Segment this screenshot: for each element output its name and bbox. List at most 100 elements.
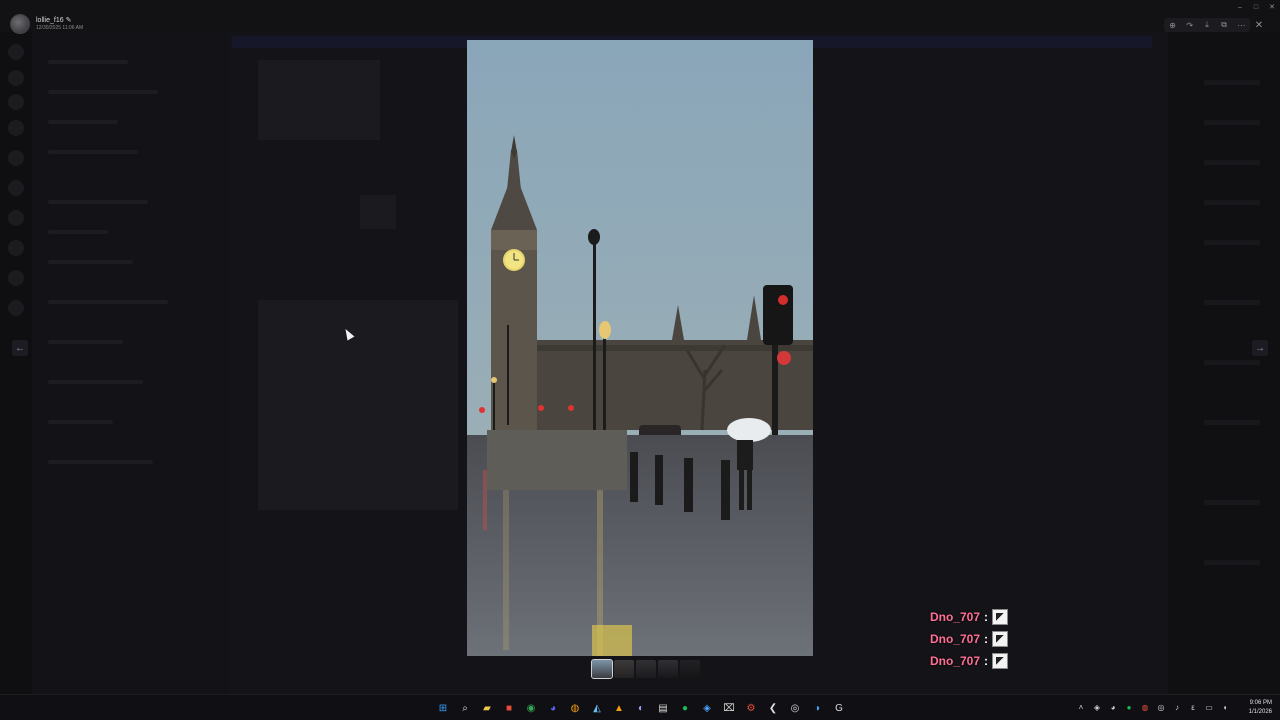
server-icon bbox=[8, 150, 24, 166]
zoom-icon[interactable]: ⊕ bbox=[1168, 20, 1178, 30]
more-icon[interactable]: ⋯ bbox=[1236, 20, 1246, 30]
channel-item bbox=[48, 120, 118, 124]
reflection bbox=[592, 625, 632, 656]
reflection bbox=[483, 470, 487, 530]
app-icon[interactable]: ◑ bbox=[808, 699, 826, 717]
thumbnail[interactable] bbox=[680, 660, 700, 678]
server-icon bbox=[8, 44, 24, 60]
tray-app-icon[interactable]: ◕ bbox=[1108, 701, 1118, 713]
chrome-icon[interactable]: ◉ bbox=[522, 699, 540, 717]
forward-icon[interactable]: ↷ bbox=[1185, 20, 1195, 30]
tray-app-icon[interactable]: ◎ bbox=[1156, 701, 1166, 713]
viewed-photo[interactable] bbox=[467, 40, 813, 656]
app-icon[interactable]: ⌧ bbox=[720, 699, 738, 717]
server-icon bbox=[8, 120, 24, 136]
server-icon bbox=[8, 300, 24, 316]
server-icon bbox=[8, 240, 24, 256]
taskbar-clock[interactable]: 9:06 PM 1/1/2026 bbox=[1249, 699, 1272, 717]
close-icon[interactable]: ✕ bbox=[1252, 18, 1266, 32]
server-icon bbox=[8, 94, 24, 110]
uploader-info[interactable]: lollie_f16 ✎ 12/30/2025 11:06 AM bbox=[10, 14, 83, 34]
channel-item bbox=[48, 260, 133, 264]
upload-timestamp: 12/30/2025 11:06 AM bbox=[36, 25, 84, 31]
app-icon[interactable]: ◈ bbox=[698, 699, 716, 717]
search-icon[interactable]: ⌕ bbox=[456, 699, 474, 717]
photo-canvas bbox=[467, 40, 813, 656]
channel-item bbox=[48, 460, 153, 464]
bus-light bbox=[568, 405, 574, 411]
file-explorer-icon[interactable]: ▰ bbox=[478, 699, 496, 717]
thumbnail[interactable] bbox=[658, 660, 678, 678]
chat-overlay-row: Dno_707 : bbox=[930, 652, 1009, 669]
member-item bbox=[1204, 240, 1260, 245]
chat-separator: : bbox=[984, 609, 989, 624]
bollard bbox=[721, 460, 730, 520]
server-icon bbox=[8, 180, 24, 196]
network-icon[interactable]: ▭ bbox=[1204, 701, 1214, 713]
member-item bbox=[1204, 200, 1260, 205]
chat-separator: : bbox=[984, 653, 989, 668]
app-icon[interactable]: ❮ bbox=[764, 699, 782, 717]
parliament-building bbox=[527, 340, 813, 430]
previous-image-button[interactable]: ← bbox=[12, 340, 28, 356]
system-tray: ˄ ◈ ◕ ● ◍ ◎ ♪ ε ▭ ◖ bbox=[1076, 701, 1230, 713]
tray-chevron-icon[interactable]: ˄ bbox=[1076, 701, 1086, 713]
channel-item bbox=[48, 150, 138, 154]
avatar[interactable] bbox=[10, 14, 30, 34]
media-app-icon[interactable]: ■ bbox=[500, 699, 518, 717]
member-item bbox=[1204, 120, 1260, 125]
uploader-text: lollie_f16 ✎ 12/30/2025 11:06 AM bbox=[36, 16, 83, 32]
open-in-browser-icon[interactable]: ⧉ bbox=[1219, 20, 1229, 30]
channel-item bbox=[48, 230, 108, 234]
chat-image bbox=[360, 195, 396, 229]
image-emote-icon bbox=[992, 608, 1009, 625]
app-icon[interactable]: ◎ bbox=[786, 699, 804, 717]
channel-list bbox=[32, 32, 228, 694]
app-icon[interactable]: ◐ bbox=[632, 699, 650, 717]
chat-username: Dno_707 bbox=[930, 631, 981, 646]
viewer-toolbar: ⊕ ↷ ⤓ ⧉ ⋯ bbox=[1164, 18, 1250, 32]
steam-icon[interactable]: ◭ bbox=[588, 699, 606, 717]
member-item bbox=[1204, 80, 1260, 85]
member-item bbox=[1204, 160, 1260, 165]
volume-icon[interactable]: ◖ bbox=[1220, 701, 1230, 713]
vlc-icon[interactable]: ▲ bbox=[610, 699, 628, 717]
channel-item bbox=[48, 200, 148, 204]
clock-time: 9:06 PM bbox=[1249, 700, 1272, 706]
image-emote-icon bbox=[992, 630, 1009, 647]
app-icon[interactable]: ⚙ bbox=[742, 699, 760, 717]
member-item bbox=[1204, 500, 1260, 505]
tray-app-icon[interactable]: ◈ bbox=[1092, 701, 1102, 713]
thumbnail-selected[interactable] bbox=[591, 659, 613, 679]
app-icon[interactable]: ▤ bbox=[654, 699, 672, 717]
chat-overlay-row: Dno_707 : bbox=[930, 630, 1009, 647]
stone-wall bbox=[487, 430, 627, 490]
thumbnail[interactable] bbox=[614, 660, 634, 678]
thumbnail[interactable] bbox=[636, 660, 656, 678]
bollard bbox=[630, 452, 638, 502]
image-emote-icon bbox=[992, 652, 1009, 669]
viewer-header: lollie_f16 ✎ 12/30/2025 11:06 AM ⊕ ↷ ⤓ ⧉… bbox=[0, 0, 1280, 36]
microphone-icon[interactable]: ♪ bbox=[1172, 701, 1182, 713]
start-icon[interactable]: ⊞ bbox=[434, 699, 452, 717]
member-item bbox=[1204, 560, 1260, 565]
next-image-button[interactable]: → bbox=[1252, 340, 1268, 356]
reflection bbox=[503, 490, 509, 650]
download-icon[interactable]: ⤓ bbox=[1202, 20, 1212, 30]
lamp-post bbox=[507, 325, 509, 425]
image-viewer-app: – □ ✕ lollie_f16 ✎ 12/30/2025 11:06 AM ⊕… bbox=[0, 0, 1280, 720]
taskbar-apps: ⊞ ⌕ ▰ ■ ◉ ◕ ◍ ◭ ▲ ◐ ▤ ● ◈ ⌧ ⚙ ❮ ◎ ◑ G bbox=[434, 699, 848, 717]
spotify-icon[interactable]: ● bbox=[676, 699, 694, 717]
browser-icon[interactable]: ◍ bbox=[566, 699, 584, 717]
tray-app-icon[interactable]: ◍ bbox=[1140, 701, 1150, 713]
tray-app-icon[interactable]: ● bbox=[1124, 701, 1134, 713]
app-icon[interactable]: G bbox=[830, 699, 848, 717]
bollard bbox=[655, 455, 663, 505]
channel-item bbox=[48, 300, 168, 304]
tray-app-icon[interactable]: ε bbox=[1188, 701, 1198, 713]
server-icon bbox=[8, 270, 24, 286]
bollard bbox=[684, 458, 693, 512]
chat-username: Dno_707 bbox=[930, 609, 981, 624]
uploader-name[interactable]: lollie_f16 ✎ bbox=[36, 16, 83, 25]
discord-icon[interactable]: ◕ bbox=[544, 699, 562, 717]
